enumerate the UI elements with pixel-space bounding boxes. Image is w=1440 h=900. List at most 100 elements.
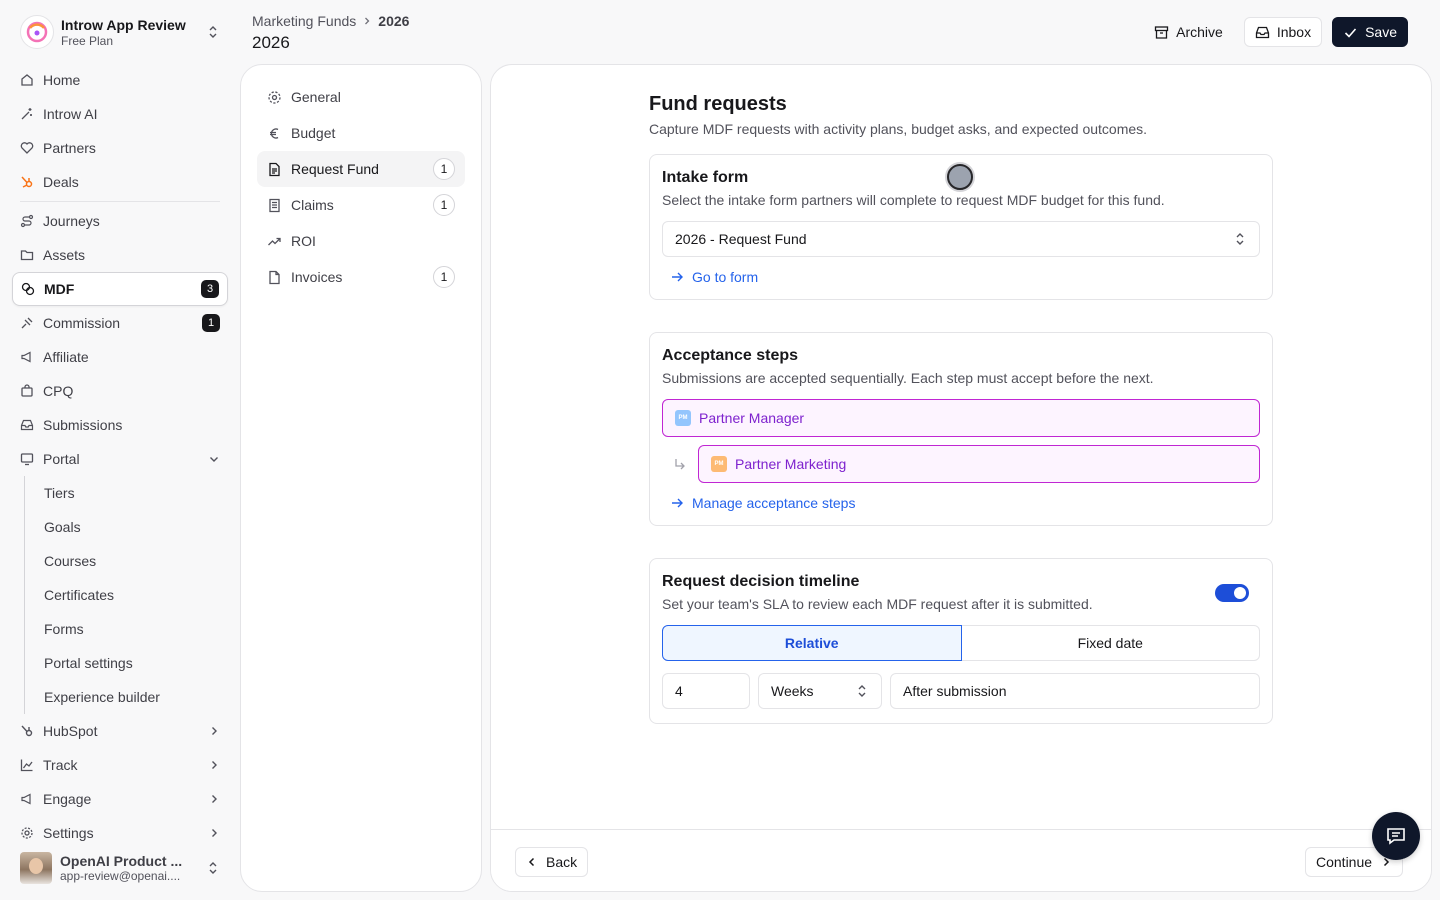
nav-item-journeys[interactable]: Journeys: [12, 204, 228, 238]
chevron-right-icon: [365, 17, 370, 25]
nav-item-commission[interactable]: Commission 1: [12, 306, 228, 340]
handshake-icon: [20, 142, 34, 154]
nav-item-ai[interactable]: Introw AI: [12, 97, 228, 131]
chevron-left-icon: [528, 857, 535, 867]
nav-item-cpq[interactable]: CPQ: [12, 374, 228, 408]
monitor-icon: [20, 453, 34, 466]
breadcrumb-parent[interactable]: Marketing Funds: [252, 13, 356, 29]
chevron-up-down-icon: [858, 685, 866, 697]
commission-count-badge: 1: [202, 314, 220, 332]
timeline-unit-select[interactable]: Weeks: [758, 673, 882, 709]
chat-launcher-button[interactable]: [1372, 812, 1420, 860]
mode-relative-button[interactable]: Relative: [662, 625, 962, 661]
continue-label: Continue: [1316, 854, 1373, 870]
check-icon: [1345, 27, 1357, 38]
nav-item-engage[interactable]: Engage: [12, 782, 228, 816]
nav-item-affiliate[interactable]: Affiliate: [12, 340, 228, 374]
megaphone-icon: [21, 793, 31, 805]
nav-item-portal-settings[interactable]: Portal settings: [25, 646, 228, 680]
route-icon: [20, 214, 34, 228]
back-label: Back: [546, 854, 578, 870]
nav-item-partners[interactable]: Partners: [12, 131, 228, 165]
nav-label: Track: [43, 757, 78, 773]
nav-item-hubspot[interactable]: HubSpot: [12, 714, 228, 748]
nav-item-assets[interactable]: Assets: [12, 238, 228, 272]
arrow-right-icon: [672, 498, 683, 508]
subdirectory-arrow-icon: [662, 456, 698, 472]
nav-label: Forms: [44, 621, 84, 637]
subnav-count: 1: [433, 266, 455, 288]
trending-up-icon: [268, 237, 281, 245]
manage-acceptance-label: Manage acceptance steps: [692, 495, 856, 511]
nav-label: Introw AI: [43, 106, 98, 122]
section-title: Fund requests: [649, 93, 787, 115]
workspace-logo-icon: [20, 15, 54, 49]
nav-label: Commission: [43, 315, 121, 331]
nav-label: Tiers: [44, 485, 75, 501]
nav-item-submissions[interactable]: Submissions: [12, 408, 228, 442]
gear-icon: [21, 827, 33, 839]
decision-timeline-card: Request decision timeline Set your team'…: [649, 558, 1273, 724]
fund-settings-nav: General Budget Request Fund 1 Claims 1 R…: [240, 64, 482, 892]
receipt-icon: [269, 198, 280, 212]
nav-label: Home: [43, 72, 81, 88]
subnav-count: 1: [433, 158, 455, 180]
timeline-anchor-field[interactable]: After submission: [890, 673, 1260, 709]
euro-icon: [270, 127, 279, 139]
back-button[interactable]: Back: [515, 847, 589, 877]
nav-item-portal[interactable]: Portal: [12, 442, 228, 476]
archive-button[interactable]: Archive: [1143, 17, 1234, 47]
mode-fixed-date-button[interactable]: Fixed date: [961, 625, 1260, 661]
chat-icon: [1387, 828, 1405, 845]
nav-label: Assets: [43, 247, 86, 263]
workspace-switcher[interactable]: Introw App Review Free Plan: [12, 10, 228, 54]
chevron-down-icon: [210, 457, 218, 462]
nav-divider: [20, 201, 220, 202]
nav-item-courses[interactable]: Courses: [25, 544, 228, 578]
acceptance-step[interactable]: PM Partner Marketing: [698, 445, 1260, 483]
intake-form-select[interactable]: 2026 - Request Fund: [662, 221, 1260, 257]
timeline-toggle[interactable]: [1215, 584, 1249, 602]
go-to-form-link[interactable]: Go to form: [662, 269, 1260, 285]
subnav-roi[interactable]: ROI: [257, 223, 465, 259]
save-button[interactable]: Save: [1332, 17, 1408, 47]
nav-label: Settings: [43, 825, 94, 841]
user-menu[interactable]: OpenAI Product ... app-review@openai....: [12, 848, 228, 888]
subnav-general[interactable]: General: [257, 79, 465, 115]
step-role-tag: PM: [675, 410, 691, 426]
timeline-amount-input[interactable]: 4: [662, 673, 750, 709]
nav-item-deals[interactable]: Deals: [12, 165, 228, 199]
subnav-request-fund[interactable]: Request Fund 1: [257, 151, 465, 187]
nav-item-home[interactable]: Home: [12, 63, 228, 97]
acceptance-title: Acceptance steps: [662, 347, 799, 364]
nav-item-goals[interactable]: Goals: [25, 510, 228, 544]
folder-icon: [20, 250, 34, 261]
nav-label: MDF: [44, 281, 75, 297]
nav-item-mdf[interactable]: MDF 3: [12, 272, 228, 306]
timeline-title: Request decision timeline: [662, 573, 860, 590]
nav-label: Goals: [44, 519, 81, 535]
subnav-budget[interactable]: Budget: [257, 115, 465, 151]
subnav-invoices[interactable]: Invoices 1: [257, 259, 465, 295]
nav-item-track[interactable]: Track: [12, 748, 228, 782]
subnav-claims[interactable]: Claims 1: [257, 187, 465, 223]
inbox-button[interactable]: Inbox: [1243, 17, 1323, 47]
chevron-right-icon: [212, 761, 217, 769]
nav-item-settings[interactable]: Settings: [12, 816, 228, 850]
nav-item-experience-builder[interactable]: Experience builder: [25, 680, 228, 714]
chevron-right-icon: [212, 727, 217, 735]
manage-acceptance-steps-link[interactable]: Manage acceptance steps: [662, 495, 1260, 511]
mdf-count-badge: 3: [201, 280, 219, 298]
nav-item-certificates[interactable]: Certificates: [25, 578, 228, 612]
intake-description: Select the intake form partners will com…: [662, 192, 1165, 208]
nav-item-forms[interactable]: Forms: [25, 612, 228, 646]
nav-item-tiers[interactable]: Tiers: [25, 476, 228, 510]
nav-label: Courses: [44, 553, 97, 569]
step-label: Partner Marketing: [735, 456, 847, 472]
section-header: Fund requests Capture MDF requests with …: [649, 93, 1273, 137]
arrow-right-icon: [672, 272, 683, 282]
avatar: [20, 852, 52, 884]
nav-label: Portal settings: [44, 655, 133, 671]
acceptance-step[interactable]: PM Partner Manager: [662, 399, 1260, 437]
timeline-mode-segmented: Relative Fixed date: [662, 625, 1260, 661]
